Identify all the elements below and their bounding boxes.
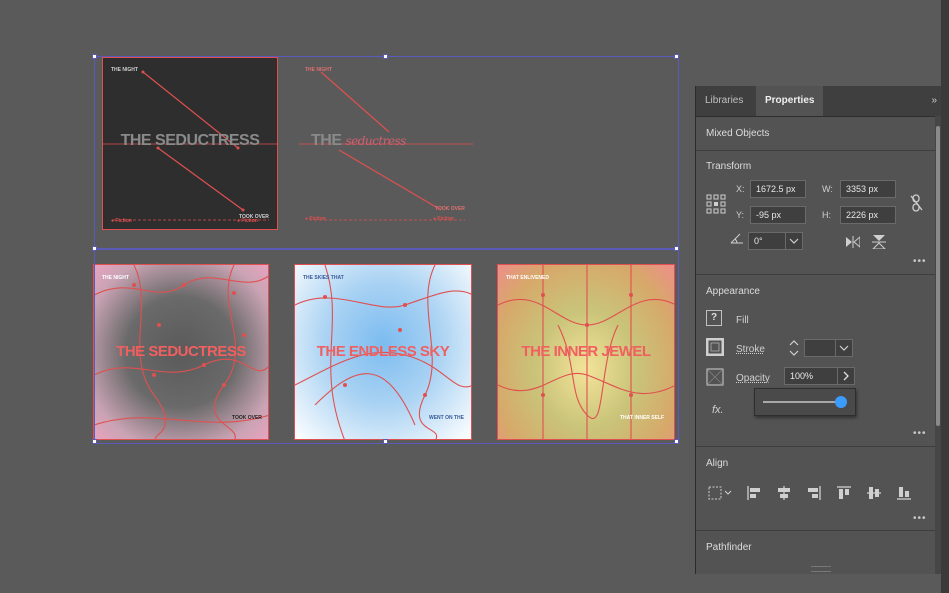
opacity-slider-popup — [754, 388, 856, 416]
small-caption-right: TOOK OVER — [232, 415, 262, 421]
align-more-options[interactable]: ••• — [913, 513, 927, 524]
artboard-title: THE INNER JEWEL — [521, 343, 651, 360]
selection-handle[interactable] — [383, 54, 388, 59]
appearance-title: Appearance — [706, 286, 760, 297]
fill-label: Fill — [736, 315, 749, 326]
artboard-seductress-script[interactable]: THE NIGHT THE seductress TOOK OVER ● Fic… — [298, 57, 474, 230]
flip-horizontal-icon[interactable] — [846, 236, 860, 248]
divider — [696, 530, 936, 531]
y-label: Y: — [736, 210, 745, 220]
footer-right: ● Fiction — [433, 216, 454, 222]
small-caption-top: THE SKIES THAT — [303, 275, 344, 281]
reference-point-icon[interactable] — [706, 194, 726, 214]
small-caption-top: THAT ENLIVENED — [506, 275, 549, 281]
fx-icon[interactable]: fx. — [712, 404, 724, 416]
selection-handle[interactable] — [674, 439, 679, 444]
opacity-icon — [706, 368, 724, 386]
artboard-title: THE SEDUCTRESS — [116, 343, 246, 360]
small-caption-right: THAT INNER SELF — [620, 415, 665, 421]
panel-resize-grip[interactable] — [811, 566, 831, 572]
footer-left: ● Fiction — [305, 216, 326, 222]
small-caption-right: TOOK OVER — [435, 206, 465, 212]
link-proportions-icon[interactable] — [910, 194, 924, 212]
stroke-swatch-icon[interactable] — [706, 338, 724, 356]
y-field[interactable]: -95 px — [750, 206, 806, 224]
artboard-title: THE seductress — [311, 132, 406, 149]
stroke-weight-stepper[interactable] — [788, 338, 800, 358]
artboard-seductress-dark[interactable]: THE NIGHT THE SEDUCTRESS TOOK OVER ● Fic… — [102, 57, 278, 230]
panel-scrollbar[interactable] — [935, 116, 941, 574]
properties-panel: Libraries Properties » Mixed Objects Tra… — [695, 86, 941, 574]
selection-handle[interactable] — [674, 246, 679, 251]
align-middle-icon[interactable] — [866, 485, 882, 501]
small-caption-top: THE NIGHT — [305, 67, 332, 73]
selection-handle[interactable] — [674, 54, 679, 59]
w-field[interactable]: 3353 px — [840, 180, 896, 198]
transform-title: Transform — [706, 161, 752, 172]
collapse-panel-icon[interactable]: » — [931, 86, 937, 116]
artboard-inner-jewel[interactable]: THAT ENLIVENED THE INNER JEWEL THAT INNE… — [497, 264, 675, 440]
align-right-icon[interactable] — [806, 485, 822, 501]
chevron-down-icon — [789, 238, 799, 244]
selection-handle[interactable] — [92, 439, 97, 444]
divider — [696, 274, 936, 275]
align-left-icon[interactable] — [746, 485, 762, 501]
chevron-right-icon — [843, 371, 849, 381]
panel-scrollbar-thumb[interactable] — [936, 126, 940, 426]
divider — [696, 150, 936, 151]
divider — [696, 446, 936, 447]
chevron-down-icon — [839, 345, 849, 351]
selection-handle[interactable] — [92, 246, 97, 251]
stroke-label[interactable]: Stroke — [736, 344, 765, 355]
window-edge — [941, 0, 949, 593]
footer-right: ● Fiction — [237, 218, 258, 224]
align-to-selection-icon[interactable] — [708, 486, 736, 500]
angle-field[interactable]: 0° — [748, 232, 786, 250]
flip-vertical-icon[interactable] — [872, 235, 886, 249]
tab-libraries[interactable]: Libraries — [696, 86, 752, 116]
stroke-weight-dropdown[interactable] — [835, 339, 853, 357]
pathfinder-title: Pathfinder — [706, 542, 752, 553]
footer-left: ● Fiction — [111, 218, 132, 224]
opacity-slider-toggle[interactable] — [837, 367, 855, 385]
artboard-endless-sky[interactable]: THE SKIES THAT THE ENDLESS SKY WENT ON T… — [294, 264, 472, 440]
artboard-seductress-gradient[interactable]: THE NIGHT THE SEDUCTRESS TOOK OVER — [93, 264, 269, 440]
opacity-label: Opacity — [736, 373, 770, 384]
align-top-icon[interactable] — [836, 485, 852, 501]
fill-swatch-icon[interactable]: ? — [706, 310, 722, 326]
tab-properties[interactable]: Properties — [756, 86, 824, 116]
opacity-slider-knob[interactable] — [835, 396, 847, 408]
angle-icon — [730, 233, 743, 244]
h-field[interactable]: 2226 px — [840, 206, 896, 224]
artboard-title: THE ENDLESS SKY — [316, 343, 450, 360]
x-label: X: — [736, 184, 745, 194]
angle-dropdown[interactable] — [785, 232, 803, 250]
w-label: W: — [822, 184, 833, 194]
h-label: H: — [822, 210, 831, 220]
small-caption-top: THE NIGHT — [102, 275, 129, 281]
transform-more-options[interactable]: ••• — [913, 256, 927, 267]
opacity-slider-track[interactable] — [763, 401, 841, 403]
artboard-title: THE SEDUCTRESS — [120, 132, 260, 149]
small-caption-top: THE NIGHT — [111, 67, 138, 73]
selection-handle[interactable] — [383, 439, 388, 444]
selection-handle[interactable] — [92, 54, 97, 59]
x-field[interactable]: 1672.5 px — [750, 180, 806, 198]
appearance-more-options[interactable]: ••• — [913, 428, 927, 439]
align-title: Align — [706, 458, 729, 469]
small-caption-right: WENT ON THE — [429, 415, 464, 421]
align-bottom-icon[interactable] — [896, 485, 912, 501]
opacity-field[interactable]: 100% — [784, 367, 838, 385]
panel-tabs: Libraries Properties » — [696, 86, 941, 117]
stroke-weight-field[interactable] — [804, 339, 836, 357]
selection-type: Mixed Objects — [706, 128, 770, 139]
align-center-icon[interactable] — [776, 485, 792, 501]
